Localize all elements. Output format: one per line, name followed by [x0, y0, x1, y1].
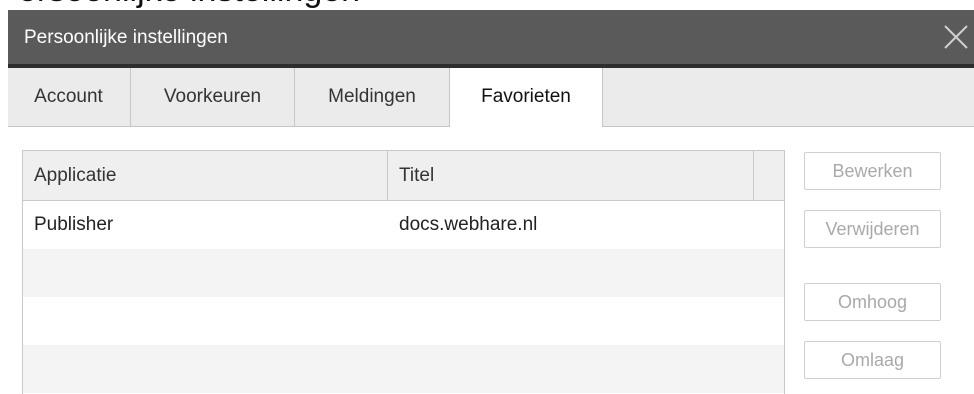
- cell-applicatie: Publisher: [34, 214, 114, 235]
- edit-button[interactable]: Bewerken: [804, 152, 941, 190]
- dialog-title: Persoonlijke instellingen: [24, 27, 228, 48]
- column-header-applicatie[interactable]: Applicatie: [23, 151, 388, 200]
- settings-page: ersoonlijke instellingen Persoonlijke in…: [0, 0, 974, 394]
- move-up-button[interactable]: Omhoog: [804, 283, 941, 321]
- list-row[interactable]: Publisher docs.webhare.nl: [23, 201, 784, 249]
- tab-meldingen[interactable]: Meldingen: [295, 68, 450, 126]
- dialog-titlebar: Persoonlijke instellingen: [8, 10, 974, 68]
- tab-voorkeuren[interactable]: Voorkeuren: [131, 68, 295, 126]
- tab-content-favorieten: Applicatie Titel Publisher docs.webhare.…: [8, 127, 974, 394]
- page-title-cut-off: ersoonlijke instellingen: [18, 0, 360, 10]
- favorites-list[interactable]: Applicatie Titel Publisher docs.webhare.…: [22, 150, 785, 394]
- delete-button[interactable]: Verwijderen: [804, 210, 941, 248]
- close-icon: [944, 25, 968, 49]
- close-button[interactable]: [938, 18, 974, 56]
- cell-titel: docs.webhare.nl: [399, 214, 538, 235]
- column-header-titel[interactable]: Titel: [388, 151, 754, 200]
- list-header: Applicatie Titel: [23, 151, 784, 201]
- empty-list-row: [23, 249, 784, 297]
- empty-list-row: [23, 345, 784, 393]
- tab-account[interactable]: Account: [7, 68, 131, 126]
- tab-bar: Account Voorkeuren Meldingen Favorieten: [8, 68, 974, 127]
- tab-favorieten[interactable]: Favorieten: [449, 68, 603, 127]
- move-down-button[interactable]: Omlaag: [804, 341, 941, 379]
- column-header-filler: [754, 151, 784, 200]
- empty-list-row: [23, 297, 784, 345]
